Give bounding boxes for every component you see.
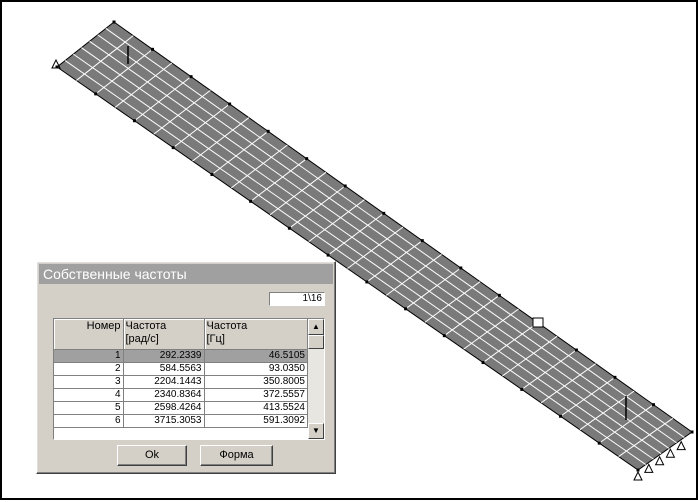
cell-number: 2 [54,362,124,376]
cell-rad-per-s: 584.5563 [123,362,205,376]
cell-hz: 372.5557 [204,388,308,402]
support-icon [643,463,654,473]
cell-hz: 413.5524 [204,401,308,415]
support-icon [654,455,665,466]
node-marker [442,334,446,338]
scrollbar-thumb[interactable] [308,335,324,349]
cell-rad-per-s: 2340.8364 [123,388,205,402]
node-marker [690,430,694,434]
column-header-rad-label-1: Частота [125,320,167,332]
table-row[interactable]: 1 292.2339 46.5105 [54,349,308,363]
node-marker [326,253,330,257]
node-marker [249,199,253,203]
table-row[interactable]: 3 2204.1443 350.8005 [54,375,308,389]
node-marker [343,184,347,188]
node-marker [171,146,175,150]
cell-hz: 350.8005 [204,375,308,389]
mode-count-field: 1\16 [269,292,325,306]
node-marker [305,157,309,161]
node-marker [94,92,98,96]
cell-rad-per-s: 292.2339 [123,349,205,363]
cell-rad-per-s: 2204.1443 [123,375,205,389]
cell-number: 6 [54,414,124,428]
column-header-hz-label-2: [Гц] [206,333,225,345]
cell-rad-per-s: 3715.3053 [123,414,205,428]
triangle-down-icon[interactable]: ▼ [308,423,324,439]
table-row[interactable]: 6 3715.3053 591.3092 [54,414,308,428]
table-header-row: Номер Частота [рад/с] Частота [Гц] [54,319,308,350]
cell-number: 1 [54,349,124,363]
node-marker [559,414,563,418]
node-marker [365,280,369,284]
cell-hz: 93.0350 [204,362,308,376]
table-row[interactable]: 2 584.5563 93.0350 [54,362,308,376]
node-marker [481,361,485,365]
support-icon [633,470,643,481]
node-marker [459,266,463,270]
column-header-hz-label-1: Частота [206,320,248,332]
cell-number: 4 [54,388,124,402]
triangle-up-icon[interactable]: ▲ [308,319,324,335]
node-marker [287,226,291,230]
cell-hz: 591.3092 [204,414,308,428]
node-marker [497,293,501,297]
node-marker [597,441,601,445]
table-row[interactable]: 4 2340.8364 372.5557 [54,388,308,402]
node-marker [382,211,386,215]
node-marker [404,307,408,311]
node-marker [132,119,136,123]
column-header-number-label: Номер [86,320,121,332]
column-header-number[interactable]: Номер [54,319,124,350]
cell-hz: 46.5105 [204,349,308,363]
node-marker [151,47,155,51]
node-marker [228,102,232,106]
node-marker [613,375,617,379]
dialog-title-bar[interactable]: Собственные частоты [39,264,333,284]
support-icon [665,448,676,458]
dialog-title: Собственные частоты [43,266,187,282]
node-marker [189,75,193,79]
node-marker [574,348,578,352]
column-header-rad-label-2: [рад/с] [125,333,159,345]
node-marker [266,129,270,133]
node-marker [210,172,214,176]
node-marker [651,403,655,407]
table-row[interactable]: 5 2598.4264 413.5524 [54,401,308,415]
cell-number: 5 [54,401,124,415]
node-marker [520,387,524,391]
frequency-table[interactable]: Номер Частота [рад/с] Частота [Гц] 1 292.23… [53,318,325,440]
column-header-rad[interactable]: Частота [рад/с] [123,319,205,350]
node-label-box [532,317,544,328]
cell-rad-per-s: 2598.4264 [123,401,205,415]
column-header-hz[interactable]: Частота [Гц] [204,319,308,350]
table-vertical-scrollbar[interactable]: ▲ ▼ [308,319,324,439]
cell-number: 3 [54,375,124,389]
support-icon [676,440,687,451]
node-marker [420,239,424,243]
mode-shape-button[interactable]: Форма [200,445,273,466]
ok-button[interactable]: Ok [117,445,187,466]
eigenfrequencies-dialog: Собственные частоты 1\16 Номер Частота [р… [36,261,336,474]
node-marker [112,20,116,24]
